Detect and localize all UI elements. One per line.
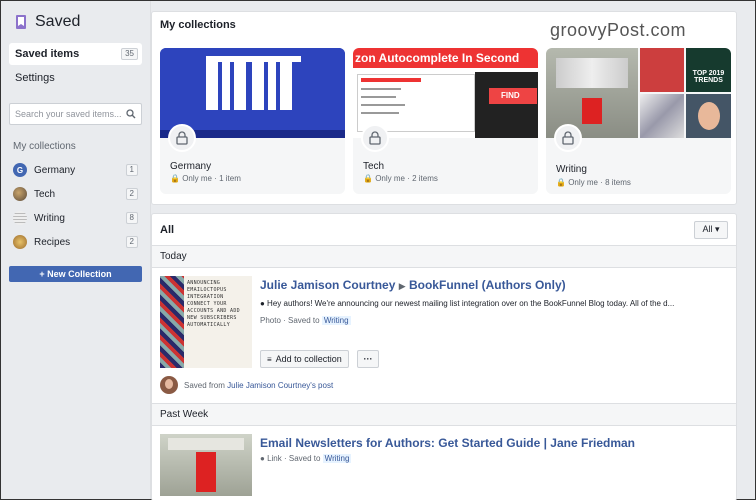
sidebar-item-label: Settings (15, 72, 55, 84)
sidebar: Saved Saved items 35 Settings Search you… (1, 1, 151, 499)
collection-label: Germany (34, 164, 76, 176)
lock-icon (554, 124, 582, 152)
collection-label: Tech (34, 188, 56, 200)
saved-title: Saved (35, 13, 81, 30)
thumbnail-text: ANNOUNCING EMAILOCTOPUS INTEGRATION CONN… (187, 280, 240, 328)
find-badge: FIND (489, 88, 537, 104)
post-title[interactable]: Julie Jamison Courtney ▶ BookFunnel (Aut… (260, 278, 566, 292)
collection-count: 8 (125, 212, 138, 224)
trends-thumbnail: TOP 2019 TRENDS (686, 48, 731, 92)
post-title[interactable]: Email Newsletters for Authors: Get Start… (260, 436, 635, 450)
collection-name: Writing (556, 164, 587, 175)
sidebar-collection-tech[interactable]: Tech 2 (9, 182, 142, 206)
sidebar-collection-writing[interactable]: Writing 8 (9, 206, 142, 230)
watermark: groovyPost.com (549, 20, 686, 40)
sidebar-item-settings[interactable]: Settings (9, 67, 142, 89)
sidebar-collection-germany[interactable]: G Germany 1 (9, 158, 142, 182)
collection-card-tech[interactable]: zon Autocomplete In Second FIND Tech 🔒 O… (353, 48, 538, 194)
sidebar-collection-recipes[interactable]: Recipes 2 (9, 230, 142, 254)
saved-from-text: Saved from Julie Jamison Courtney's post (184, 381, 334, 390)
collection-label: Writing (34, 212, 65, 224)
tech-banner-text: zon Autocomplete In Second (353, 48, 538, 68)
arrow-right-icon: ▶ (398, 281, 406, 291)
saved-count-badge: 35 (121, 48, 138, 60)
collection-card-writing[interactable]: TOP 2019 TRENDS Writing 🔒 Only me · 8 it… (546, 48, 731, 194)
avatar[interactable] (160, 376, 178, 394)
collection-count: 1 (125, 164, 138, 176)
collection-stack-icon: ≡ (267, 354, 272, 364)
post-meta: ● Link · Saved to Writing (260, 454, 352, 463)
post-description: ● Hey authors! We're announcing our newe… (260, 299, 675, 308)
collection-meta: 🔒 Only me · 2 items (363, 174, 438, 183)
lock-icon (361, 124, 389, 152)
section-past-week: Past Week (152, 404, 736, 426)
germany-icon: G (13, 163, 27, 177)
post-thumbnail[interactable] (160, 434, 252, 496)
search-icon[interactable] (126, 109, 136, 119)
section-today: Today (152, 246, 736, 268)
collection-label: Recipes (34, 236, 71, 248)
collection-count: 2 (125, 188, 138, 200)
post-thumbnail[interactable]: ANNOUNCING EMAILOCTOPUS INTEGRATION CONN… (160, 276, 252, 368)
collection-name: Germany (170, 161, 212, 172)
tech-thumbnail-icon (13, 187, 27, 201)
post-meta: Photo · Saved to Writing (260, 316, 351, 325)
collection-name: Tech (363, 161, 385, 172)
saved-from-link[interactable]: Julie Jamison Courtney's post (227, 381, 333, 390)
saved-post: Email Newsletters for Authors: Get Start… (152, 426, 736, 496)
recipes-thumbnail-icon (13, 235, 27, 249)
sidebar-item-saved-items[interactable]: Saved items 35 (9, 43, 142, 65)
search-placeholder: Search your saved items... (15, 109, 122, 119)
sidebar-item-label: Saved items (15, 48, 80, 60)
collection-meta: 🔒 Only me · 8 items (556, 178, 631, 187)
filter-dropdown[interactable]: All ▾ (694, 220, 728, 239)
saved-feed-panel: All All ▾ Today ANNOUNCING EMAILOCTOPUS … (151, 213, 737, 500)
lock-icon (168, 124, 196, 152)
collections-heading: My collections (13, 141, 76, 152)
collection-meta: 🔒 Only me · 1 item (170, 174, 241, 183)
saved-header: Saved (9, 9, 142, 35)
writing-thumbnail-icon (13, 211, 27, 225)
saved-post: ANNOUNCING EMAILOCTOPUS INTEGRATION CONN… (152, 268, 736, 404)
collection-count: 2 (125, 236, 138, 248)
search-input[interactable]: Search your saved items... (9, 103, 142, 125)
new-collection-button[interactable]: + New Collection (9, 266, 142, 282)
collection-link[interactable]: Writing (322, 454, 352, 463)
collection-link[interactable]: Writing (321, 316, 351, 325)
my-collections-panel: My collections groovyPost.com Germany 🔒 … (151, 11, 737, 205)
bookmark-icon (16, 15, 26, 29)
collection-card-germany[interactable]: Germany 🔒 Only me · 1 item (160, 48, 345, 194)
add-to-collection-button[interactable]: ≡ Add to collection (260, 350, 349, 368)
feed-heading: All (160, 223, 175, 236)
more-options-button[interactable]: ··· (357, 350, 379, 368)
